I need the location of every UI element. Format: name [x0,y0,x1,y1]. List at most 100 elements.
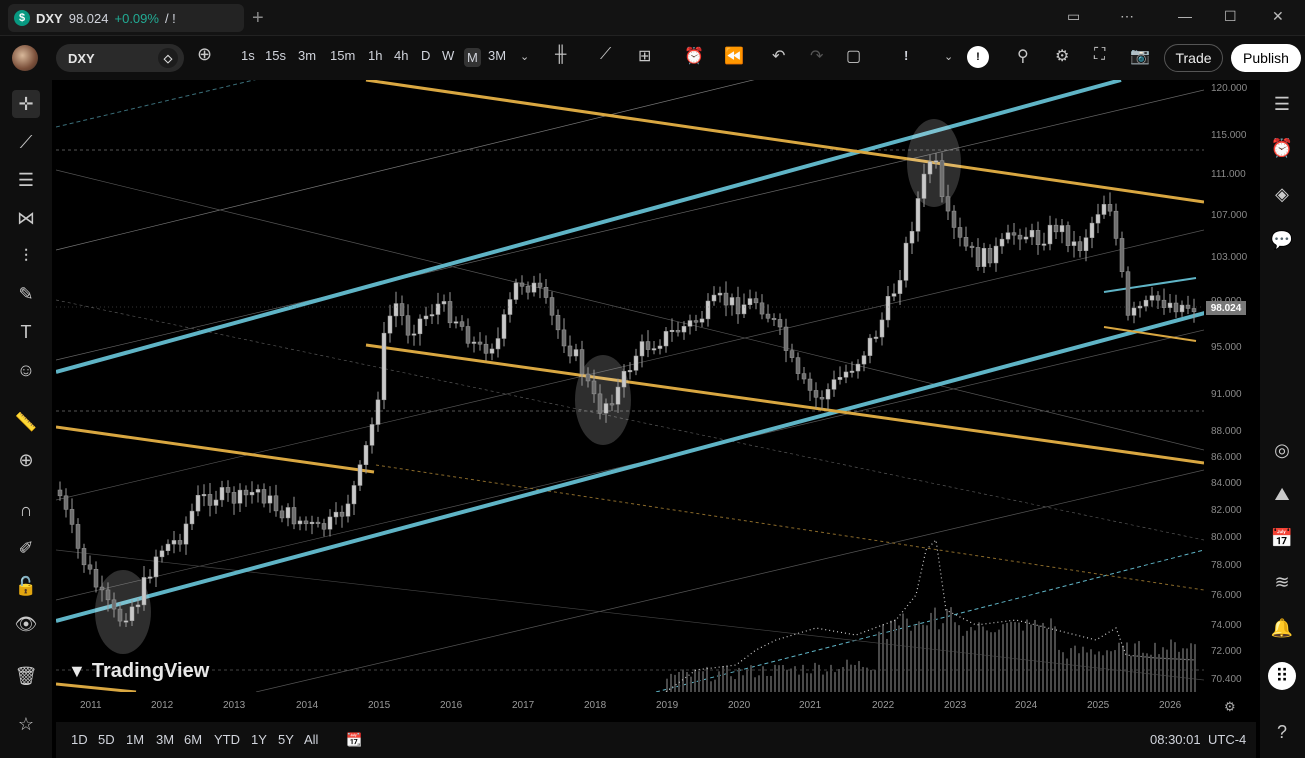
replay-icon[interactable]: ⏪ [724,46,744,66]
timeframe-w[interactable]: W [442,48,454,63]
zoom-icon[interactable]: ⊕ [12,446,40,474]
time-axis[interactable]: 2011 2012 2013 2014 2015 2016 2017 2018 2019 2020… [56,695,1204,717]
candles-icon[interactable]: ╫ [555,46,566,64]
maximize-icon[interactable]: ☐ [1224,8,1237,25]
candle-body [123,620,129,623]
timeframe-1s[interactable]: 1s [241,48,255,63]
alert-label[interactable]: ! [904,48,908,63]
watchlist-icon[interactable]: ☰ [1268,90,1296,118]
fib-icon[interactable]: ☰ [12,166,40,194]
chat-icon[interactable]: 💬 [1268,226,1296,254]
volume-bar [802,664,804,692]
magnet-icon[interactable]: ∩ [12,496,40,524]
lightning-search-icon[interactable]: ⚲ [1017,46,1029,66]
star-icon[interactable]: ☆ [12,710,40,738]
range-6m[interactable]: 6M [184,732,202,747]
rectangle-icon[interactable]: ▢ [846,46,861,66]
price-axis[interactable]: 120.000115.000111.000107.000103.00099.00… [1204,80,1256,692]
signal-icon[interactable]: ≋ [1268,568,1296,596]
trash-icon[interactable]: 🗑 [12,662,40,690]
indicators-icon[interactable]: ⟋ [600,46,611,64]
target-icon[interactable]: ◎ [1268,436,1296,464]
settings-icon[interactable]: ⚙ [1055,46,1069,66]
candle-body [195,495,201,512]
timeframe-m[interactable]: M [464,48,481,67]
bell-icon[interactable]: 🔔 [1268,614,1296,642]
layout-icon[interactable]: ▭ [1067,8,1080,25]
timezone[interactable]: UTC-4 [1208,732,1246,747]
chart-canvas[interactable] [56,80,1204,692]
calendar-icon[interactable]: 📅 [1268,524,1296,552]
candle-body [99,586,105,591]
fullscreen-icon[interactable]: ⛶ [1094,46,1105,64]
apps-grid-icon[interactable]: ⠿ [1268,662,1296,690]
publish-button[interactable]: Publish [1231,44,1301,72]
lock-draw-icon[interactable]: ✐ [12,534,40,562]
chevron-down-icon-2[interactable]: ⌄ [944,50,953,63]
timeframe-d[interactable]: D [421,48,430,63]
lock-icon[interactable]: 🔓 [12,572,40,600]
goto-date-icon[interactable]: 📆 [346,732,362,748]
compare-add-icon[interactable]: ⊕ [197,44,212,65]
alarm-icon[interactable]: ⏰ [1268,134,1296,162]
diamond-icon[interactable]: ◇ [158,48,178,68]
trendline-icon[interactable]: ⟋ [12,128,40,156]
timeframe-3m[interactable]: 3M [488,48,506,63]
candle-body [765,313,771,319]
timeframe-1h[interactable]: 1h [368,48,382,63]
range-all[interactable]: All [304,732,318,747]
volume-bar [950,607,952,692]
range-ytd[interactable]: YTD [214,732,240,747]
volume-bar [1070,648,1072,692]
volume-bar [954,622,956,692]
symbol-search[interactable]: DXY ◇ [56,44,184,72]
volume-bar [778,665,780,692]
axis-settings-icon[interactable]: ⚙ [1224,699,1236,715]
browser-tab[interactable]: $ DXY 98.024 +0.09% / ! [8,4,244,32]
ideas-icon[interactable]: ⛰ [1268,480,1296,508]
candle-body [657,345,663,349]
candle-body [1119,238,1125,272]
avatar[interactable] [12,45,38,71]
close-icon[interactable]: ✕ [1272,8,1284,25]
new-tab-button[interactable]: + [252,7,264,30]
candle-body [675,329,681,333]
undo-icon[interactable]: ↶ [772,46,785,66]
timeframe-15m[interactable]: 15m [330,48,355,63]
crosshair-icon[interactable]: ✛ [12,90,40,118]
minimize-icon[interactable]: — [1178,8,1192,24]
info-icon[interactable]: ! [967,46,989,68]
tab-symbol: DXY [36,10,63,26]
timeframe-4h[interactable]: 4h [394,48,408,63]
timeframe-3m[interactable]: 3m [298,48,316,63]
range-1d[interactable]: 1D [71,732,88,747]
brush-icon[interactable]: ✎ [12,280,40,308]
range-3m[interactable]: 3M [156,732,174,747]
eye-icon[interactable]: 👁 [12,610,40,638]
volume-bar [826,671,828,692]
candle-body [999,238,1005,247]
range-5y[interactable]: 5Y [278,732,294,747]
text-icon[interactable]: T [12,318,40,346]
chevron-down-icon[interactable]: ⌄ [520,50,529,63]
volume-bar [934,607,936,692]
range-5d[interactable]: 5D [98,732,115,747]
timeframe-15s[interactable]: 15s [265,48,286,63]
range-1y[interactable]: 1Y [251,732,267,747]
camera-icon[interactable]: 📷 [1130,46,1150,66]
layouts-icon[interactable]: ⊞ [638,46,651,66]
pattern-icon[interactable]: ⋈ [12,204,40,232]
more-icon[interactable]: ⋯ [1120,8,1134,25]
forecast-icon[interactable]: ⫶ [12,242,40,270]
alert-add-icon[interactable]: ⏰ [684,46,704,66]
volume-bar [874,669,876,692]
redo-icon[interactable]: ↷ [810,46,823,66]
volume-bar [998,629,1000,692]
candle-body [1035,230,1041,245]
trade-button[interactable]: Trade [1164,44,1223,72]
emoji-icon[interactable]: ☺ [12,356,40,384]
help-icon[interactable]: ? [1268,718,1296,746]
range-1m[interactable]: 1M [126,732,144,747]
ruler-icon[interactable]: 📏 [12,408,40,436]
layers-icon[interactable]: ◈ [1268,180,1296,208]
